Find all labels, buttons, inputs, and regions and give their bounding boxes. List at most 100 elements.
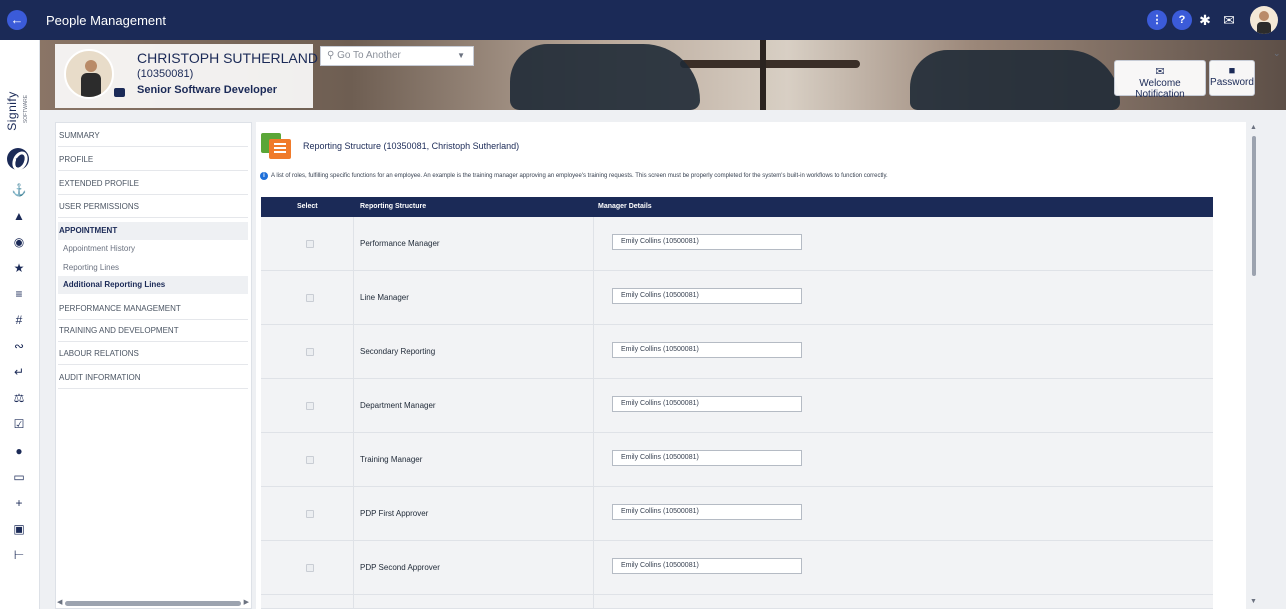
star-icon[interactable]: ★ — [10, 259, 28, 277]
manager-field[interactable]: Emily Collins (10500081) — [612, 450, 802, 466]
table-row: PDP Second Approver Emily Collins (10500… — [261, 541, 1213, 595]
calendar-check-icon[interactable]: ☑ — [10, 415, 28, 433]
table-row — [261, 595, 1213, 609]
id-badge-icon[interactable]: ▣ — [10, 520, 28, 538]
lock-icon: ■ — [1228, 65, 1236, 77]
laptop-icon[interactable]: ▭ — [10, 468, 28, 486]
back-icon[interactable]: ← — [7, 10, 27, 30]
manager-field[interactable]: Emily Collins (10500081) — [612, 504, 802, 520]
scroll-up-icon[interactable]: ▲ — [1250, 124, 1257, 131]
nav-item-audit-information[interactable]: AUDIT INFORMATION — [58, 367, 248, 389]
nav-item-appointment[interactable]: APPOINTMENT — [58, 222, 248, 240]
handshake-icon[interactable]: ∾ — [10, 337, 28, 355]
graduation-icon[interactable]: ▲ — [10, 207, 28, 225]
nav-subitem-additional-reporting-lines[interactable]: Additional Reporting Lines — [58, 276, 248, 294]
reporting-role: PDP First Approver — [360, 509, 429, 518]
manager-field[interactable]: Emily Collins (10500081) — [612, 396, 802, 412]
go-to-another-select[interactable]: ⚲ Go To Another ▼ — [320, 46, 474, 66]
section-info: iA list of roles, fulfilling specific fu… — [260, 172, 888, 180]
select-checkbox[interactable] — [306, 348, 314, 356]
divider — [353, 379, 354, 433]
scroll-left-icon[interactable]: ◀ — [57, 598, 62, 606]
brand-tagline: SOFTWARE — [23, 94, 30, 124]
nav-label: LABOUR RELATIONS — [59, 349, 139, 358]
nav-item-performance-management[interactable]: PERFORMANCE MANAGEMENT — [58, 298, 248, 320]
divider — [593, 379, 594, 433]
employee-id: (10350081) — [137, 68, 194, 80]
manager-field[interactable]: Emily Collins (10500081) — [612, 288, 802, 304]
nav-label: PERFORMANCE MANAGEMENT — [59, 304, 181, 313]
manager-field[interactable]: Emily Collins (10500081) — [612, 342, 802, 358]
nav-label: SUMMARY — [59, 131, 100, 140]
scale-icon[interactable]: ⚖ — [10, 389, 28, 407]
user-avatar[interactable] — [1250, 6, 1278, 34]
banner-decor — [680, 60, 860, 68]
select-checkbox[interactable] — [306, 510, 314, 518]
nav-item-summary[interactable]: SUMMARY — [58, 125, 248, 147]
password-button[interactable]: ■ Password — [1209, 60, 1255, 96]
app-window: ← People Management ⋮ ? ✱ ✉ Signify SOFT… — [0, 0, 1286, 609]
icon-part — [269, 139, 291, 159]
mail-icon[interactable]: ✉ — [1220, 11, 1238, 29]
section-title: Reporting Structure (10350081, Christoph… — [303, 141, 520, 151]
nav-label: TRAINING AND DEVELOPMENT — [59, 326, 179, 335]
welcome-notification-button[interactable]: ✉ Welcome Notification — [1114, 60, 1206, 100]
profile-nav: SUMMARY PROFILE EXTENDED PROFILE USER PE… — [55, 122, 252, 609]
scroll-thumb[interactable] — [1252, 136, 1256, 276]
reporting-role: Department Manager — [360, 401, 436, 410]
nav-label: PROFILE — [59, 155, 94, 164]
nav-item-extended-profile[interactable]: EXTENDED PROFILE — [58, 173, 248, 195]
divider — [593, 271, 594, 325]
user-plus-icon[interactable]: + — [10, 494, 28, 512]
brand-logo-text: Signify SOFTWARE — [4, 91, 34, 138]
nav-subitem-reporting-lines[interactable]: Reporting Lines — [58, 259, 248, 277]
nav-horizontal-scrollbar[interactable]: ◀ ▶ — [57, 599, 249, 607]
divider — [593, 325, 594, 379]
megaphone-icon[interactable]: ⚑ — [10, 154, 28, 172]
help-icon[interactable]: ? — [1172, 10, 1192, 30]
nav-label: Additional Reporting Lines — [63, 280, 166, 289]
org-chart-icon[interactable]: ⚓ — [10, 181, 28, 199]
banner-decor — [510, 44, 700, 110]
divider — [353, 595, 354, 609]
person-walk-icon[interactable]: ↵ — [10, 363, 28, 381]
go-to-another-placeholder: Go To Another — [337, 50, 401, 61]
section-info-text: A list of roles, fulfilling specific fun… — [271, 173, 888, 179]
nav-item-user-permissions[interactable]: USER PERMISSIONS — [58, 196, 248, 218]
content-vertical-scrollbar[interactable]: ▲ ▼ — [1249, 122, 1259, 609]
left-rail: Signify SOFTWARE ⚑ ⚓ ▲ ◉ ★ ≡ # ∾ ↵ ⚖ ☑ ●… — [0, 40, 40, 609]
col-reporting-structure: Reporting Structure — [360, 203, 427, 210]
app-title: People Management — [46, 13, 166, 28]
donate-icon[interactable]: ● — [10, 442, 28, 460]
sliders-icon[interactable]: ≡ — [10, 285, 28, 303]
select-checkbox[interactable] — [306, 240, 314, 248]
reporting-role: Performance Manager — [360, 239, 440, 248]
col-select: Select — [297, 203, 318, 210]
divider — [353, 433, 354, 487]
select-checkbox[interactable] — [306, 402, 314, 410]
dashboard-icon[interactable]: ◉ — [10, 233, 28, 251]
divider — [353, 271, 354, 325]
nav-item-training-and-development[interactable]: TRAINING AND DEVELOPMENT — [58, 320, 248, 342]
banner-decor — [760, 40, 766, 110]
nav-item-labour-relations[interactable]: LABOUR RELATIONS — [58, 343, 248, 365]
scroll-right-icon[interactable]: ▶ — [244, 598, 249, 606]
top-bar: ← People Management ⋮ ? ✱ ✉ — [0, 0, 1286, 40]
nav-item-profile[interactable]: PROFILE — [58, 149, 248, 171]
manager-field[interactable]: Emily Collins (10500081) — [612, 234, 802, 250]
avatar-body — [81, 73, 101, 97]
select-checkbox[interactable] — [306, 456, 314, 464]
reporting-role: Line Manager — [360, 293, 409, 302]
scroll-down-icon[interactable]: ▼ — [1250, 598, 1257, 605]
gear-icon[interactable]: ✱ — [1196, 11, 1214, 29]
scroll-thumb[interactable] — [65, 601, 241, 606]
camera-icon[interactable] — [114, 88, 125, 97]
report-icon[interactable]: ⊢ — [10, 546, 28, 564]
more-icon[interactable]: ⋮ — [1147, 10, 1167, 30]
chevron-down-icon[interactable]: ⌄ — [1273, 48, 1281, 59]
manager-field[interactable]: Emily Collins (10500081) — [612, 558, 802, 574]
select-checkbox[interactable] — [306, 294, 314, 302]
select-checkbox[interactable] — [306, 564, 314, 572]
nav-subitem-appointment-history[interactable]: Appointment History — [58, 240, 248, 258]
hashtag-icon[interactable]: # — [10, 311, 28, 329]
